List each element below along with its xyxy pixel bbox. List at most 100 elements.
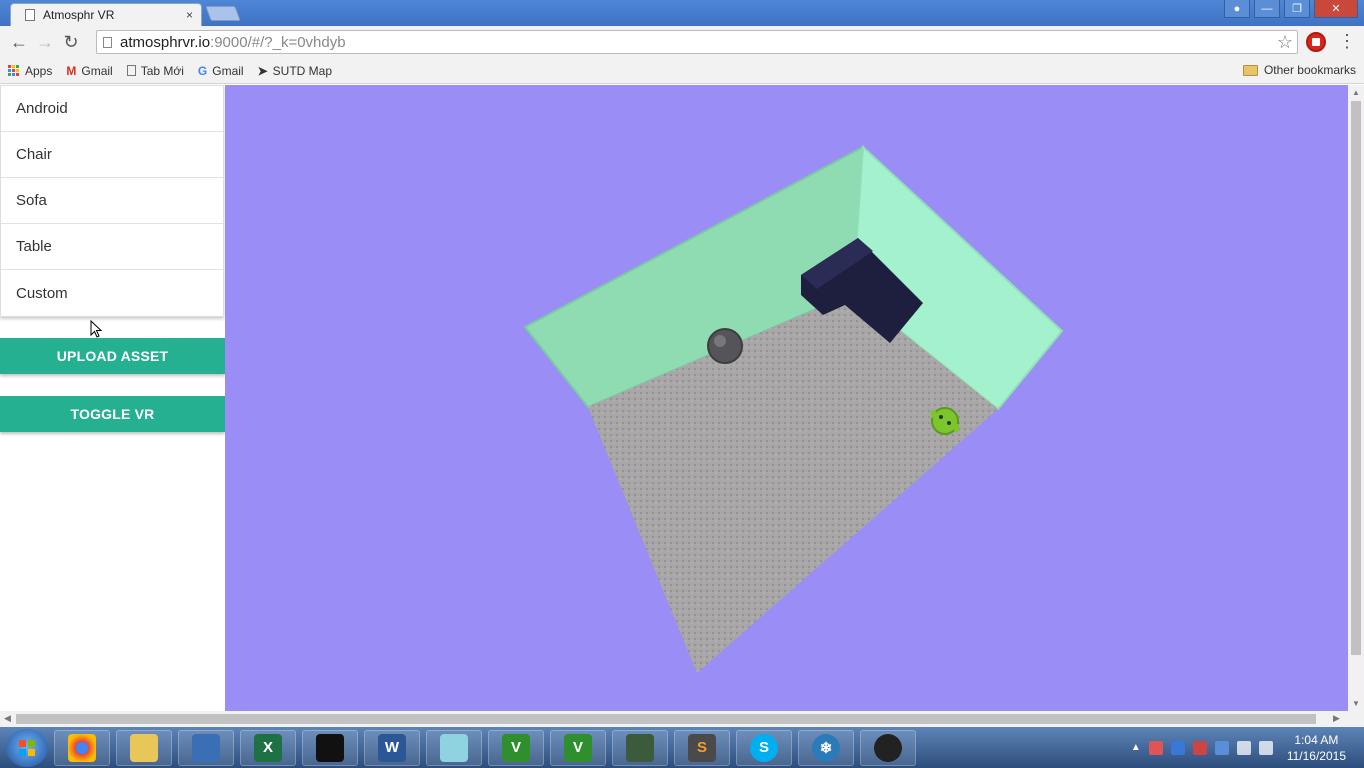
reload-icon[interactable]: ↻ [58,29,84,55]
taskbar-app[interactable]: V [550,729,606,766]
show-hidden-icons-icon[interactable]: ▲ [1131,742,1141,753]
tray-warning-icon[interactable] [1192,740,1207,755]
asset-item-android[interactable]: Android [1,86,223,132]
asset-item-chair[interactable]: Chair [1,132,223,178]
taskbar-app[interactable]: X [240,729,296,766]
other-bookmarks-label: Other bookmarks [1263,63,1356,77]
back-arrow-icon[interactable]: ← [6,29,32,55]
toggle-vr-button[interactable]: TOGGLE VR [0,396,225,432]
taskbar-app[interactable] [302,729,358,766]
notepad-icon [440,733,468,762]
url-host: atmosphrvr.io [120,33,211,51]
taskbar-app[interactable] [612,729,668,766]
virtualbox-icon [192,733,220,762]
other-bookmarks[interactable]: Other bookmarks [1242,63,1356,77]
url-path: :9000/#/?_k=0vhdyb [210,33,346,51]
taskbar-app[interactable] [116,729,172,766]
taskbar-app[interactable]: V [488,729,544,766]
asset-sidebar: Android Chair Sofa Table Custom UPLOAD A… [0,85,225,711]
taskbar-app[interactable]: S [736,729,792,766]
taskbar-app[interactable] [54,729,110,766]
taskbar-app[interactable]: ❄ [798,729,854,766]
bookmark-label: SUTD Map [272,63,333,78]
bookmarks-bar: Apps M Gmail Tab Mới G Gmail ➤ SUTD Map … [0,58,1364,84]
vertical-scrollbar[interactable]: ▲ ▼ [1348,85,1364,711]
upload-asset-button[interactable]: UPLOAD ASSET [0,338,225,374]
scroll-left-icon[interactable]: ◀ [4,713,11,724]
browser-toolbar: ← → ↻ atmosphrvr.io :9000/#/?_k=0vhdyb ☆… [0,26,1364,58]
taskbar-app[interactable]: W [364,729,420,766]
tab-title: Atmosphr VR [43,8,115,22]
tray-app-icon[interactable] [1214,740,1229,755]
room-scene [523,144,1064,673]
bookmark-label: Gmail [81,63,113,78]
bookmark-sutd-map[interactable]: ➤ SUTD Map [258,64,332,78]
vr-scene-canvas[interactable] [225,85,1348,711]
taskbar-app[interactable] [178,729,234,766]
system-tray: ▲ 1:04 AM 11/16/2015 [1131,727,1364,768]
restore-button[interactable]: ❐ [1284,0,1310,18]
tray-app-icon[interactable] [1148,740,1163,755]
user-icon[interactable]: ● [1224,0,1250,18]
bookmark-label: Gmail [212,63,244,78]
page-icon [103,36,112,48]
scroll-thumb[interactable] [1351,101,1361,655]
forward-arrow-icon[interactable]: → [32,29,58,55]
close-window-button[interactable]: ✕ [1314,0,1358,18]
page-content: Android Chair Sofa Table Custom UPLOAD A… [0,85,1364,711]
page-icon [126,65,136,76]
bookmark-apps[interactable]: Apps [8,64,52,78]
bookmark-gmail[interactable]: M Gmail [66,64,112,78]
folder-icon [1242,64,1258,76]
obs-icon [874,733,902,762]
address-bar[interactable]: atmosphrvr.io :9000/#/?_k=0vhdyb ☆ [96,30,1298,54]
location-arrow-icon: ➤ [257,63,268,78]
bookmark-label: Apps [25,63,53,78]
skype-icon: S [750,733,778,762]
taskbar-clock[interactable]: 1:04 AM 11/16/2015 [1287,732,1346,764]
file-explorer-icon [130,733,158,762]
browser-tab[interactable]: Atmosphr VR × [10,3,202,26]
bookmark-tab-moi[interactable]: Tab Mới [126,64,184,78]
mouse-cursor-icon [90,320,102,338]
tab-close-icon[interactable]: × [186,8,193,22]
stop-extension-icon[interactable] [1306,32,1326,52]
bookmark-star-icon[interactable]: ☆ [1277,32,1293,53]
taskbar-app[interactable]: S [674,729,730,766]
asset-item-custom[interactable]: Custom [1,270,223,316]
asset-item-sofa[interactable]: Sofa [1,178,223,224]
page-icon [25,9,35,21]
asset-item-table[interactable]: Table [1,224,223,270]
excel-icon: X [254,733,282,762]
bluetooth-icon[interactable] [1170,740,1185,755]
word-icon: W [378,733,406,762]
vim-icon: V [502,733,530,762]
new-tab-button[interactable] [205,6,241,21]
clock-time: 1:04 AM [1294,732,1339,747]
windows-logo-icon [19,739,35,756]
taskbar-app[interactable] [860,729,916,766]
snowflake-icon: ❄ [812,733,840,762]
scroll-down-icon[interactable]: ▼ [1352,699,1360,708]
terminal-icon [626,733,654,762]
clock-date: 11/16/2015 [1286,748,1346,763]
ball [707,328,743,364]
volume-icon[interactable] [1258,740,1273,755]
browser-titlebar: Atmosphr VR × ● — ❐ ✕ [0,0,1364,26]
chrome-menu-icon[interactable]: ⋮ [1338,32,1356,50]
window-controls: ● — ❐ ✕ [1224,0,1358,18]
scroll-up-icon[interactable]: ▲ [1352,88,1360,97]
apps-icon [8,65,19,76]
minimize-button[interactable]: — [1254,0,1280,18]
scroll-right-icon[interactable]: ▶ [1333,713,1340,724]
start-button[interactable] [6,728,48,767]
bookmark-gmail-google[interactable]: G Gmail [198,64,244,78]
chrome-icon [68,733,96,762]
taskbar-app[interactable] [426,729,482,766]
scroll-thumb[interactable] [16,714,1316,724]
google-icon: G [197,63,208,78]
asset-list: Android Chair Sofa Table Custom [0,85,224,317]
horizontal-scrollbar[interactable]: ◀ ▶ [0,711,1364,727]
windows-taskbar: X W V V S S ❄ ▲ 1:04 AM 11/16/2015 [0,727,1364,768]
network-signal-icon[interactable] [1236,740,1251,755]
